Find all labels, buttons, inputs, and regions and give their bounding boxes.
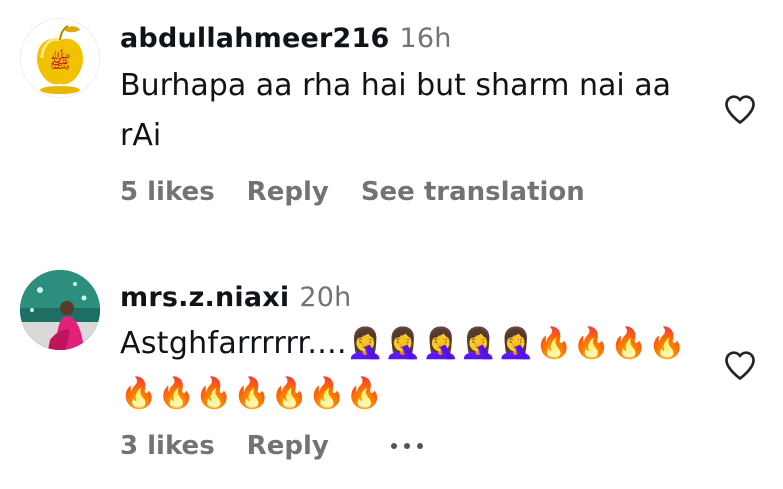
heart-outline-icon[interactable] — [721, 91, 759, 127]
likes-count[interactable]: 5 likes — [120, 177, 215, 207]
comment-timestamp: 20h — [299, 282, 352, 313]
likes-count[interactable]: 3 likes — [120, 431, 215, 461]
profile-photo-avatar-icon — [20, 270, 100, 350]
comment-item: ﷺ abdullahmeer216 16h Burhapa aa rha hai … — [0, 0, 783, 245]
comment-item: mrs.z.niaxi 20h Astghfarrrrrr....🤦‍♀️🤦‍♀️… — [0, 255, 783, 489]
avatar[interactable]: ﷺ — [20, 18, 100, 98]
comment-username[interactable]: abdullahmeer216 16h — [120, 23, 452, 54]
svg-text:ﷺ: ﷺ — [49, 49, 71, 73]
more-options-icon[interactable] — [390, 436, 423, 456]
reply-button[interactable]: Reply — [247, 177, 329, 207]
comment-username[interactable]: mrs.z.niaxi 20h — [120, 282, 351, 313]
heart-outline-icon[interactable] — [721, 347, 759, 383]
comment-timestamp: 16h — [399, 23, 452, 54]
reply-button[interactable]: Reply — [247, 431, 329, 461]
comment-actions: 5 likes Reply See translation — [120, 177, 585, 207]
avatar[interactable] — [20, 270, 100, 350]
comment-actions: 3 likes Reply — [120, 431, 423, 461]
golden-apple-avatar-icon: ﷺ — [36, 25, 84, 94]
comment-text: Burhapa aa rha hai but sharm nai aa rAi — [120, 68, 672, 153]
comment-text: Astghfarrrrrr....🤦‍♀️🤦‍♀️🤦‍♀️🤦‍♀️🤦‍♀️🔥🔥🔥… — [120, 326, 686, 411]
see-translation-button[interactable]: See translation — [361, 177, 585, 207]
